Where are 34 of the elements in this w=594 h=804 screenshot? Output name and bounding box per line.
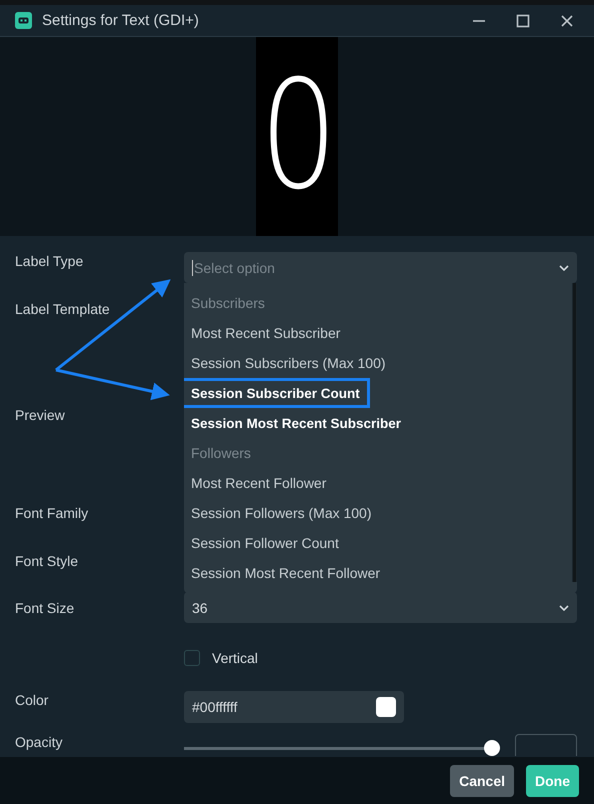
dropdown-option[interactable]: Session Followers (Max 100)	[184, 498, 572, 528]
chevron-down-icon	[559, 604, 569, 610]
field-label: Label Template	[15, 300, 111, 317]
field-label: Font Family	[15, 504, 90, 521]
select-field[interactable]: 36	[184, 592, 577, 623]
field-label: Font Style	[15, 552, 80, 569]
color-swatch[interactable]	[376, 697, 396, 717]
cancel-button[interactable]: Cancel	[450, 764, 514, 796]
dropdown-option[interactable]: Session Subscribers (Max 100)	[184, 348, 572, 378]
dropdown-option[interactable]: Most Recent Follower	[184, 468, 572, 498]
dropdown-option[interactable]: Session Subscriber Count	[184, 378, 370, 408]
slider-thumb[interactable]	[484, 740, 500, 756]
dropdown-option[interactable]: Session Most Recent Subscriber	[184, 408, 572, 438]
chevron-down-icon	[559, 264, 569, 270]
maximize-icon	[516, 14, 530, 28]
text-preview: 0	[256, 37, 338, 236]
field-label: Font Size	[15, 600, 76, 616]
field-label: Label Type	[15, 252, 84, 269]
dropdown-option[interactable]: Session Most Recent Follower	[184, 558, 572, 582]
group-header: Subscribers	[190, 294, 266, 313]
dropdown-option[interactable]: Session Follower Count	[184, 528, 572, 558]
checkbox[interactable]	[184, 650, 200, 666]
app-logo-icon	[15, 12, 32, 29]
window-title: Settings for Text (GDI+)	[42, 12, 200, 29]
scrollbar[interactable]	[572, 283, 577, 582]
minimize-icon	[473, 20, 485, 22]
field-label: Opacity	[15, 734, 64, 750]
checkbox-label: Vertical	[212, 650, 258, 666]
close-icon	[560, 14, 574, 28]
dropdown-option[interactable]: Most Recent Subscriber	[184, 318, 572, 348]
color-field[interactable]: #00ffffff	[184, 691, 404, 723]
field-label: Preview	[15, 406, 66, 423]
group-header: Followers	[190, 444, 252, 463]
field-label: Color	[15, 691, 50, 708]
